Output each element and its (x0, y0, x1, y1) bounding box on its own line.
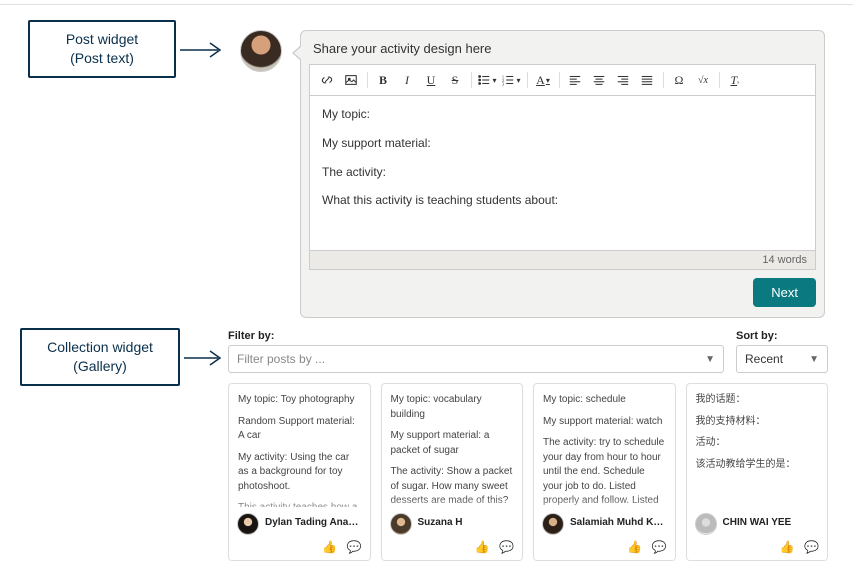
author-avatar[interactable] (237, 513, 259, 535)
author-name: Salamiah Muhd Kulal... (570, 516, 667, 531)
bold-icon[interactable]: B (372, 69, 394, 91)
annotation-collection-widget: Collection widget (Gallery) (20, 328, 180, 386)
toolbar-separator (716, 69, 722, 91)
editor-line: My topic: (322, 106, 803, 123)
author-avatar[interactable] (542, 513, 564, 535)
author-avatar[interactable] (390, 513, 412, 535)
filter-placeholder: Filter posts by ... (237, 352, 325, 366)
editor-textarea[interactable]: My topic: My support material: The activ… (309, 96, 816, 251)
filter-label: Filter by: (228, 330, 724, 342)
toolbar-separator (556, 69, 562, 91)
gallery-card[interactable]: My topic: vocabulary building My support… (381, 383, 524, 561)
sort-label: Sort by: (736, 330, 828, 342)
word-count: 14 words (309, 251, 816, 270)
align-justify-icon[interactable] (636, 69, 658, 91)
comment-icon[interactable]: 💬 (804, 540, 819, 554)
comment-icon[interactable]: 💬 (347, 540, 362, 554)
gallery: My topic: Toy photography Random Support… (228, 383, 828, 561)
align-center-icon[interactable] (588, 69, 610, 91)
clear-format-icon[interactable]: Tₓ (724, 69, 746, 91)
toolbar-separator (660, 69, 666, 91)
bullet-list-icon[interactable]: ▾ (476, 69, 498, 91)
strikethrough-icon[interactable]: S (444, 69, 466, 91)
card-text: 活动： (696, 436, 819, 451)
arrow-icon (182, 348, 226, 368)
card-text: 我的话题： (696, 393, 819, 408)
editor-line: The activity: (322, 164, 803, 181)
align-right-icon[interactable] (612, 69, 634, 91)
author-name: Dylan Tading Anak S... (265, 516, 362, 531)
author-name: Suzana H (418, 516, 463, 531)
editor-line: What this activity is teaching students … (322, 192, 803, 209)
card-text: 该活动教给学生的是： (696, 458, 819, 473)
post-widget: Share your activity design here B I U S … (240, 30, 825, 318)
card-text: My topic: Toy photography (238, 393, 361, 408)
card-text: 我的支持材料： (696, 415, 819, 430)
text-color-icon[interactable]: A▾ (532, 69, 554, 91)
italic-icon[interactable]: I (396, 69, 418, 91)
editor-line: My support material: (322, 135, 803, 152)
filter-select[interactable]: Filter posts by ... ▼ (228, 345, 724, 373)
editor-prompt: Share your activity design here (301, 31, 824, 64)
user-avatar[interactable] (240, 30, 282, 72)
align-left-icon[interactable] (564, 69, 586, 91)
author-name: CHIN WAI YEE (723, 516, 792, 531)
collection-widget: Filter by: Filter posts by ... ▼ Sort by… (228, 330, 828, 561)
card-text: My activity: Using the car as a backgrou… (238, 451, 361, 495)
chevron-down-icon: ▼ (809, 354, 819, 365)
toolbar-separator (524, 69, 530, 91)
svg-text:3: 3 (502, 81, 505, 86)
like-icon[interactable]: 👍 (627, 540, 642, 554)
next-button[interactable]: Next (753, 278, 816, 307)
toolbar-separator (364, 69, 370, 91)
divider (0, 4, 853, 5)
card-text: My topic: schedule (543, 393, 666, 408)
sort-value: Recent (745, 352, 783, 366)
annotation-post-widget: Post widget (Post text) (28, 20, 176, 78)
toolbar-separator (468, 69, 474, 91)
editor-container: Share your activity design here B I U S … (300, 30, 825, 318)
chevron-down-icon: ▼ (705, 354, 715, 365)
equation-icon[interactable]: √x (692, 69, 714, 91)
image-icon[interactable] (340, 69, 362, 91)
comment-icon[interactable]: 💬 (652, 540, 667, 554)
gallery-card[interactable]: My topic: Toy photography Random Support… (228, 383, 371, 561)
editor-toolbar: B I U S ▾ 123▾ A▾ Ω √x Tₓ (309, 64, 816, 96)
omega-icon[interactable]: Ω (668, 69, 690, 91)
card-text: My support material: watch (543, 415, 666, 430)
gallery-card[interactable]: My topic: schedule My support material: … (533, 383, 676, 561)
author-avatar[interactable] (695, 513, 717, 535)
card-text: Random Support material: A car (238, 415, 361, 444)
underline-icon[interactable]: U (420, 69, 442, 91)
arrow-icon (178, 40, 226, 60)
card-text: My support material: a packet of sugar (391, 429, 514, 458)
like-icon[interactable]: 👍 (322, 540, 337, 554)
numbered-list-icon[interactable]: 123▾ (500, 69, 522, 91)
sort-select[interactable]: Recent ▼ (736, 345, 828, 373)
like-icon[interactable]: 👍 (780, 540, 795, 554)
comment-icon[interactable]: 💬 (499, 540, 514, 554)
gallery-card[interactable]: 我的话题： 我的支持材料： 活动： 该活动教给学生的是： CHIN WAI YE… (686, 383, 829, 561)
like-icon[interactable]: 👍 (475, 540, 490, 554)
card-text: My topic: vocabulary building (391, 393, 514, 422)
link-icon[interactable] (316, 69, 338, 91)
